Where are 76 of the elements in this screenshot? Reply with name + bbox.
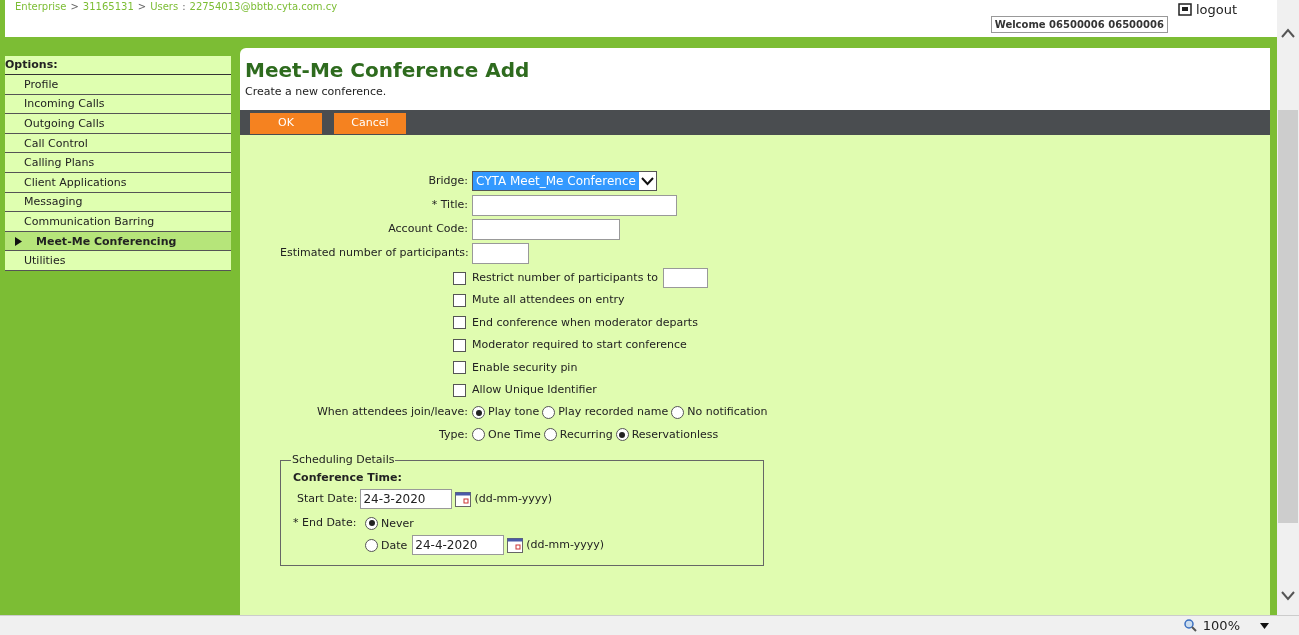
date-field[interactable]: 24-3-2020 (360, 489, 453, 510)
field-label: Account Code: (387, 220, 468, 237)
field-label: Start Date: (297, 490, 358, 507)
checkbox[interactable] (453, 316, 466, 330)
format-hint: (dd-mm-yyyy) (526, 536, 605, 553)
radio-label: Play recorded name (558, 404, 669, 421)
panel-legend: Scheduling Details (291, 452, 396, 469)
breadcrumb-separator: > (137, 1, 147, 13)
page-subtitle: Create a new conference. (245, 84, 388, 100)
calendar-icon[interactable] (507, 537, 524, 553)
checkbox[interactable] (453, 383, 466, 397)
radio-button[interactable] (472, 406, 485, 420)
section-heading: Conference Time: (293, 469, 403, 486)
scroll-thumb[interactable] (1278, 110, 1298, 523)
field-label: Type: (438, 426, 468, 443)
checkbox-label: Enable security pin (472, 359, 578, 376)
radio-label: Play tone (488, 404, 540, 421)
radio-label: No notification (687, 404, 768, 421)
field-label: * End Date: (293, 515, 358, 532)
sidebar-heading: Options: (5, 56, 231, 75)
radio-label: Date (381, 538, 408, 555)
checkbox-label: Mute all attendees on entry (472, 292, 625, 309)
sidebar-item[interactable]: Messaging (5, 192, 231, 213)
radio-label: Recurring (559, 426, 613, 443)
sidebar-item[interactable]: Calling Plans (5, 153, 231, 173)
checkbox[interactable] (453, 271, 466, 285)
checkbox-label: End conference when moderator departs (472, 314, 698, 331)
radio-button[interactable] (615, 428, 629, 442)
arrow-icon (15, 236, 22, 246)
checkbox-label: Moderator required to start conference (472, 337, 687, 354)
page-title: Meet-Me Conference Add (245, 58, 531, 82)
sidebar-item[interactable]: Outgoing Calls (5, 114, 231, 134)
field-label: When attendees join/leave: (316, 404, 468, 421)
field-label: Bridge: (427, 172, 468, 189)
scroll-up-icon[interactable] (1281, 28, 1295, 38)
breadcrumb-separator: : (182, 1, 186, 13)
sidebar-item[interactable]: Call Control (5, 133, 231, 154)
radio-label: One Time (488, 426, 541, 443)
radio-button[interactable] (542, 406, 556, 420)
zoom-level: 100% (1202, 616, 1240, 635)
chevron-icon (638, 172, 656, 190)
field-label: Estimated number of participants: (280, 244, 468, 261)
sidebar-item[interactable]: Profile (5, 75, 231, 95)
logout-icon[interactable] (1177, 3, 1192, 16)
radio-button[interactable] (472, 428, 485, 442)
text-field[interactable] (472, 194, 677, 216)
checkbox[interactable] (453, 361, 466, 375)
number-field[interactable] (662, 268, 708, 289)
scrollbar[interactable] (1277, 0, 1299, 615)
welcome-label: Welcome 06500006 06500006 (990, 16, 1168, 33)
sidebar-item[interactable]: Incoming Calls (5, 94, 231, 115)
logout-link[interactable]: logout (1195, 3, 1237, 16)
radio-button[interactable] (543, 428, 557, 442)
radio-label: Reservationless (631, 426, 719, 443)
sidebar-item[interactable]: Communication Barring (5, 212, 231, 232)
radio-button[interactable] (671, 406, 685, 420)
radio-button[interactable] (365, 538, 378, 552)
text-field[interactable] (472, 218, 620, 240)
text-field[interactable] (472, 242, 529, 264)
zoom-icon[interactable] (1183, 619, 1197, 632)
checkbox-label: Allow Unique Identifier (472, 381, 597, 398)
field-label: * Title: (430, 196, 468, 213)
radio-button[interactable] (365, 516, 378, 530)
scroll-down-icon[interactable] (1281, 591, 1295, 601)
date-field[interactable]: 24-4-2020 (412, 535, 505, 556)
sidebar-item[interactable]: Client Applications (5, 172, 231, 193)
format-hint: (dd-mm-yyyy) (474, 490, 553, 507)
sidebar-item[interactable]: Meet-Me Conferencing (5, 231, 231, 252)
radio-label: Never (381, 516, 414, 533)
sidebar-item[interactable]: Utilities (5, 251, 231, 271)
dropdown-icon[interactable] (1260, 622, 1269, 629)
checkbox[interactable] (453, 338, 466, 352)
checkbox[interactable] (453, 294, 466, 308)
checkbox-label: Restrict number of participants to (472, 269, 658, 286)
calendar-icon[interactable] (455, 491, 472, 507)
breadcrumb-separator: > (70, 1, 79, 13)
